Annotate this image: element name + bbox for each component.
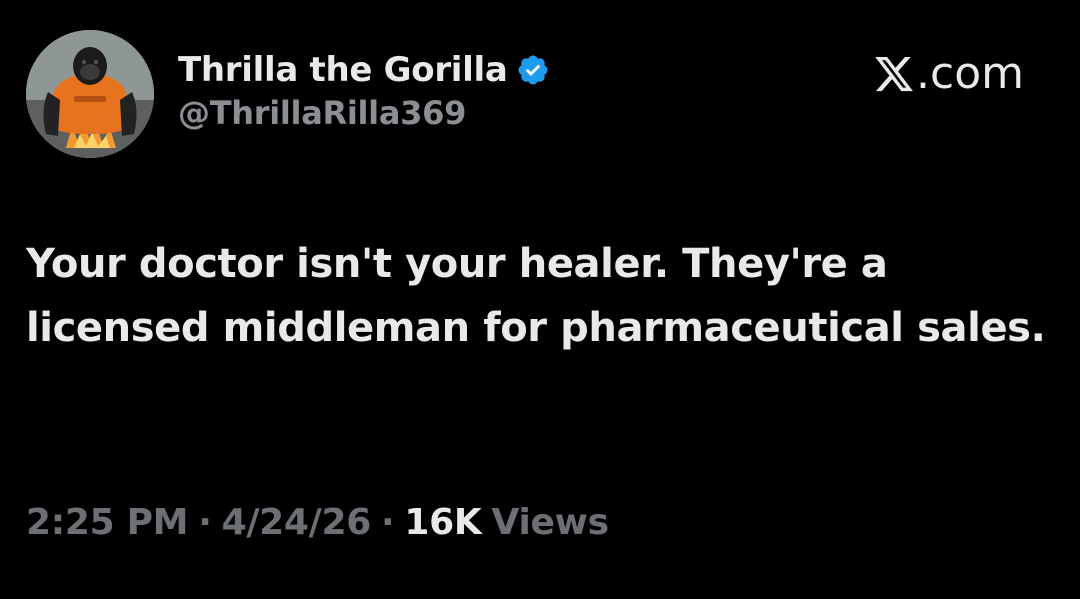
x-logo-icon bbox=[873, 53, 915, 95]
verified-badge-icon bbox=[516, 53, 550, 87]
gorilla-avatar-icon bbox=[26, 30, 154, 158]
tweet-time[interactable]: 2:25 PM bbox=[26, 502, 188, 543]
tweet-text: Your doctor isn't your healer. They're a… bbox=[26, 241, 1046, 351]
meta-separator: · bbox=[198, 502, 212, 543]
brand-suffix: .com bbox=[916, 48, 1024, 99]
views-label: Views bbox=[491, 502, 609, 543]
user-info: Thrilla the Gorilla @ThrillaRilla369 bbox=[178, 46, 550, 132]
avatar[interactable] bbox=[26, 30, 154, 158]
brand-link[interactable]: .com bbox=[873, 48, 1024, 99]
name-row: Thrilla the Gorilla bbox=[178, 46, 550, 94]
tweet-header: Thrilla the Gorilla @ThrillaRilla369 .co… bbox=[26, 30, 1056, 160]
meta-separator: · bbox=[381, 502, 395, 543]
user-handle[interactable]: @ThrillaRilla369 bbox=[178, 94, 550, 132]
tweet-meta: 2:25 PM · 4/24/26 · 16K Views bbox=[26, 502, 609, 543]
tweet-date[interactable]: 4/24/26 bbox=[222, 502, 372, 543]
views-count: 16K bbox=[404, 502, 482, 543]
display-name[interactable]: Thrilla the Gorilla bbox=[178, 50, 508, 90]
